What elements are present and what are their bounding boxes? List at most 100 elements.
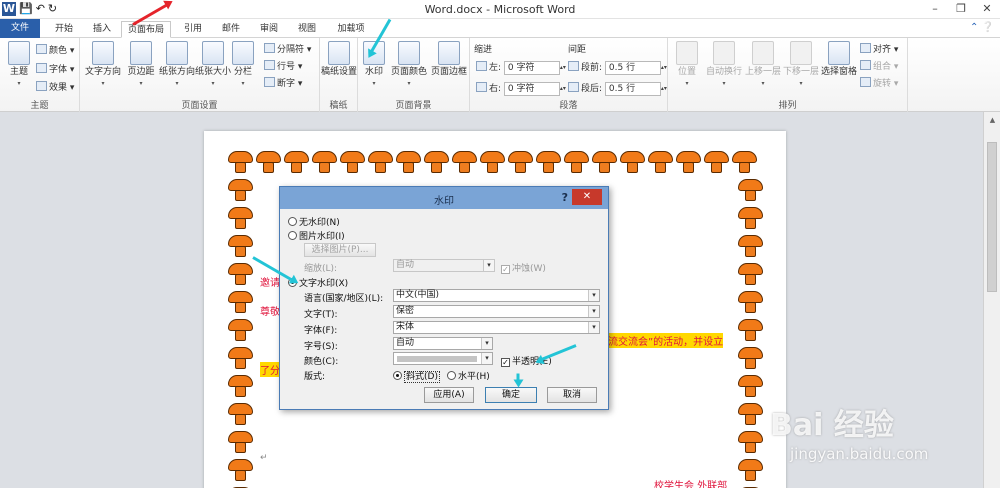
- page-border-mushroom-icon: [228, 149, 253, 174]
- wrap-text-button[interactable]: 自动换行 ▾: [704, 41, 744, 89]
- vertical-scrollbar[interactable]: ▲: [983, 112, 1000, 488]
- dialog-close-button[interactable]: ✕: [572, 189, 602, 205]
- dialog-title: 水印: [434, 196, 454, 207]
- page-border-mushroom-icon: [228, 401, 253, 426]
- group-label-arrange: 排列: [778, 101, 797, 111]
- page-border-mushroom-icon: [228, 205, 253, 230]
- indent-left-input[interactable]: 0 字符: [503, 60, 560, 75]
- help-icon[interactable]: ⌃ ❔: [970, 22, 994, 33]
- language-select[interactable]: 中文(中国) ▾: [393, 289, 600, 302]
- scale-select[interactable]: 自动 ▾: [393, 259, 495, 272]
- layout-label: 版式:: [304, 372, 326, 382]
- tab-view[interactable]: 视图: [290, 21, 324, 38]
- scroll-up-arrow-icon[interactable]: ▲: [984, 116, 1000, 124]
- close-window-button[interactable]: ✕: [974, 0, 1000, 18]
- tab-references[interactable]: 引用: [176, 21, 210, 38]
- apply-button[interactable]: 应用(A): [424, 387, 474, 403]
- orientation-button[interactable]: 纸张方向 ▾: [158, 41, 196, 89]
- breaks-button[interactable]: 分隔符 ▾: [264, 42, 311, 55]
- tab-file[interactable]: 文件: [0, 19, 40, 38]
- font-select[interactable]: 宋体 ▾: [393, 321, 600, 334]
- page-border-mushroom-icon: [564, 149, 589, 174]
- color-select[interactable]: ▾: [393, 352, 493, 365]
- tab-insert[interactable]: 插入: [84, 21, 120, 38]
- window-controls: – ❐ ✕: [922, 0, 1000, 18]
- scrollbar-thumb[interactable]: [987, 142, 997, 292]
- columns-icon: [232, 41, 254, 65]
- colors-button[interactable]: 颜色 ▾: [36, 43, 74, 56]
- send-backward-button[interactable]: 下移一层 ▾: [782, 41, 820, 89]
- page-border-mushroom-icon: [228, 373, 253, 398]
- themes-button[interactable]: 主题 ▾: [0, 41, 38, 89]
- select-picture-button[interactable]: 选择图片(P)...: [304, 243, 376, 257]
- indent-right-input[interactable]: 0 字符: [503, 81, 560, 96]
- tab-page-layout[interactable]: 页面布局: [121, 21, 171, 38]
- position-button[interactable]: 位置 ▾: [670, 41, 704, 89]
- spacing-after-icon: [568, 82, 579, 92]
- group-theme: 主题 ▾ 颜色 ▾ 字体 ▾ 效果 ▾ 主题: [0, 38, 80, 112]
- spacing-before-input[interactable]: 0.5 行: [604, 60, 661, 75]
- annotation-arrow-ok: [516, 373, 520, 384]
- page-color-button[interactable]: 页面颜色 ▾: [390, 41, 428, 89]
- bring-forward-button[interactable]: 上移一层 ▾: [744, 41, 782, 89]
- align-button[interactable]: 对齐 ▾: [860, 42, 898, 55]
- page-border-mushroom-icon: [228, 457, 253, 482]
- page-border-mushroom-icon: [228, 345, 253, 370]
- language-label: 语言(国家/地区)(L):: [304, 294, 384, 304]
- ok-button[interactable]: 确定: [485, 387, 537, 403]
- rotate-button[interactable]: 旋转 ▾: [860, 76, 898, 89]
- size-select[interactable]: 自动 ▾: [393, 337, 493, 350]
- watermark-dialog: 水印 ? ✕ 无水印(N) 图片水印(I) 选择图片(P)... 缩放(L): …: [279, 186, 609, 410]
- group-arrange: 位置 ▾ 自动换行 ▾ 上移一层 ▾ 下移一层 ▾ 选择窗格 对齐 ▾ 组合 ▾ 旋转 …: [668, 38, 908, 112]
- cancel-button[interactable]: 取消: [547, 387, 597, 403]
- doc-text-line3-right: 流交流会”的活动，并设立: [608, 333, 724, 348]
- indent-left-row: 左: 0 字符 ▴▾: [476, 60, 566, 75]
- no-watermark-radio[interactable]: 无水印(N): [288, 215, 340, 228]
- size-button[interactable]: 纸张大小 ▾: [194, 41, 232, 89]
- paragraph-mark: ↵: [260, 453, 268, 463]
- page-border-mushroom-icon: [340, 149, 365, 174]
- restore-button[interactable]: ❐: [948, 0, 974, 18]
- indent-right-spinner[interactable]: ▴▾: [560, 85, 566, 92]
- selection-pane-button[interactable]: 选择窗格: [820, 41, 858, 78]
- indent-left-spinner[interactable]: ▴▾: [560, 64, 566, 71]
- diagonal-radio[interactable]: 斜式(D): [393, 369, 440, 383]
- spacing-before-row: 段前: 0.5 行 ▴▾: [568, 60, 667, 75]
- page-border-mushroom-icon: [738, 457, 763, 482]
- page-color-icon: [398, 41, 420, 65]
- page-border-mushroom-icon: [738, 205, 763, 230]
- tab-review[interactable]: 审阅: [252, 21, 286, 38]
- page-border-mushroom-icon: [738, 345, 763, 370]
- text-select[interactable]: 保密 ▾: [393, 305, 600, 318]
- dialog-help-icon[interactable]: ?: [562, 191, 568, 204]
- group-objects-button[interactable]: 组合 ▾: [860, 59, 898, 72]
- manuscript-settings-button[interactable]: 稿纸设置: [320, 41, 358, 78]
- page-border-mushroom-icon: [284, 149, 309, 174]
- spacing-before-spinner[interactable]: ▴▾: [661, 64, 667, 71]
- page-border-button[interactable]: 页面边框: [430, 41, 468, 78]
- columns-button[interactable]: 分栏 ▾: [228, 41, 258, 89]
- fonts-button[interactable]: 字体 ▾: [36, 62, 74, 75]
- washout-checkbox[interactable]: ✓ 冲蚀(W): [501, 261, 546, 274]
- page-border-mushroom-icon: [738, 261, 763, 286]
- page-border-mushroom-icon: [704, 149, 729, 174]
- tab-home[interactable]: 开始: [46, 21, 82, 38]
- picture-watermark-radio[interactable]: 图片水印(I): [288, 229, 345, 242]
- horizontal-radio[interactable]: 水平(H): [447, 369, 490, 382]
- hyphenation-button[interactable]: 断字 ▾: [264, 76, 302, 89]
- spacing-after-spinner[interactable]: ▴▾: [661, 85, 667, 92]
- tab-addins[interactable]: 加载项: [330, 21, 372, 38]
- page-border-mushroom-icon: [396, 149, 421, 174]
- effects-button[interactable]: 效果 ▾: [36, 80, 74, 93]
- spacing-after-input[interactable]: 0.5 行: [604, 81, 661, 96]
- tab-mailings[interactable]: 邮件: [214, 21, 248, 38]
- minimize-button[interactable]: –: [922, 0, 948, 18]
- page-border-mushroom-icon: [424, 149, 449, 174]
- group-page-background: 水印 ▾ 页面颜色 ▾ 页面边框 页面背景: [358, 38, 470, 112]
- hyphenation-icon: [264, 77, 275, 87]
- line-numbers-button[interactable]: 行号 ▾: [264, 59, 302, 72]
- language-dropdown-icon: ▾: [588, 290, 599, 301]
- text-direction-button[interactable]: 文字方向 ▾: [84, 41, 122, 89]
- color-dropdown-icon: ▾: [481, 353, 492, 364]
- margins-button[interactable]: 页边距 ▾: [122, 41, 160, 89]
